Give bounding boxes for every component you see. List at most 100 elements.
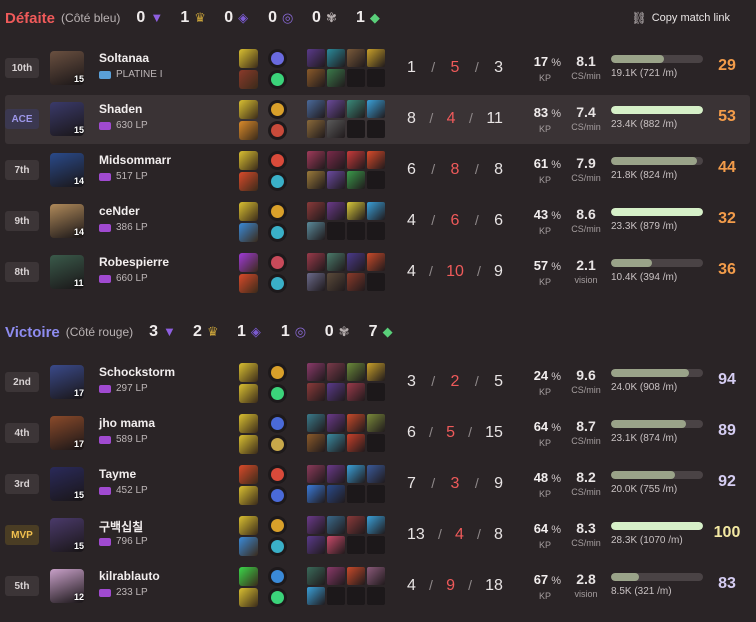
item-icon[interactable] bbox=[347, 273, 365, 291]
summoner-spell-icon[interactable] bbox=[239, 384, 258, 403]
player-name[interactable]: Shaden bbox=[99, 102, 142, 116]
player-name[interactable]: jho mama bbox=[99, 416, 155, 430]
item-icon[interactable] bbox=[347, 202, 365, 220]
item-icon[interactable] bbox=[347, 516, 365, 534]
item-icon[interactable] bbox=[327, 171, 345, 189]
player-name[interactable]: ceNder bbox=[99, 204, 140, 218]
summoner-spell-icon[interactable] bbox=[239, 70, 258, 89]
player-row[interactable]: 9th 14 ceNder 386 LP 4 / 6 / 6 43 % KP 8.6 CS/min 23.… bbox=[5, 197, 750, 246]
summoner-spell-icon[interactable] bbox=[239, 100, 258, 119]
summoner-spell-icon[interactable] bbox=[239, 274, 258, 293]
item-icon[interactable] bbox=[327, 49, 345, 67]
rune-icon[interactable] bbox=[268, 49, 287, 68]
summoner-spell-icon[interactable] bbox=[239, 223, 258, 242]
item-icon[interactable] bbox=[327, 567, 345, 585]
item-icon[interactable] bbox=[307, 465, 325, 483]
item-icon[interactable] bbox=[307, 69, 325, 87]
copy-match-link-button[interactable]: ⛓ Copy match link bbox=[632, 11, 731, 25]
rune-icon[interactable] bbox=[268, 100, 287, 119]
item-icon[interactable] bbox=[367, 100, 385, 118]
item-icon[interactable] bbox=[367, 516, 385, 534]
rune-icon[interactable] bbox=[268, 435, 287, 454]
item-icon[interactable] bbox=[347, 465, 365, 483]
item-icon[interactable] bbox=[307, 222, 325, 240]
item-icon[interactable] bbox=[327, 434, 345, 452]
player-name[interactable]: Tayme bbox=[99, 467, 136, 481]
item-icon[interactable] bbox=[367, 253, 385, 271]
item-icon[interactable] bbox=[367, 465, 385, 483]
summoner-spell-icon[interactable] bbox=[239, 435, 258, 454]
item-icon[interactable] bbox=[347, 567, 365, 585]
item-icon[interactable] bbox=[367, 202, 385, 220]
player-row[interactable]: ACE 15 Shaden 630 LP 8 / 4 / 11 83 % KP 7.4 CS/min 23… bbox=[5, 95, 750, 144]
item-icon[interactable] bbox=[307, 151, 325, 169]
item-icon[interactable] bbox=[307, 363, 325, 381]
item-icon[interactable] bbox=[327, 536, 345, 554]
item-icon[interactable] bbox=[307, 171, 325, 189]
item-icon[interactable] bbox=[347, 253, 365, 271]
summoner-spell-icon[interactable] bbox=[239, 172, 258, 191]
item-icon[interactable] bbox=[347, 383, 365, 401]
item-icon[interactable] bbox=[307, 100, 325, 118]
summoner-spell-icon[interactable] bbox=[239, 253, 258, 272]
item-icon[interactable] bbox=[347, 49, 365, 67]
item-icon[interactable] bbox=[327, 383, 345, 401]
rune-icon[interactable] bbox=[268, 253, 287, 272]
item-icon[interactable] bbox=[307, 202, 325, 220]
item-icon[interactable] bbox=[307, 120, 325, 138]
item-icon[interactable] bbox=[327, 151, 345, 169]
item-icon[interactable] bbox=[307, 273, 325, 291]
item-icon[interactable] bbox=[347, 414, 365, 432]
item-icon[interactable] bbox=[327, 69, 345, 87]
rune-icon[interactable] bbox=[268, 588, 287, 607]
player-row[interactable]: 4th 17 jho mama 589 LP 6 / 5 / 15 64 % KP 8.7 CS/min… bbox=[5, 409, 750, 458]
item-icon[interactable] bbox=[307, 414, 325, 432]
item-icon[interactable] bbox=[307, 383, 325, 401]
summoner-spell-icon[interactable] bbox=[239, 151, 258, 170]
item-icon[interactable] bbox=[327, 465, 345, 483]
item-icon[interactable] bbox=[307, 536, 325, 554]
item-icon[interactable] bbox=[347, 100, 365, 118]
item-icon[interactable] bbox=[367, 363, 385, 381]
player-row[interactable]: MVP 15 구백십칠 796 LP 13 / 4 / 8 64 % KP 8.3 CS/min 28.3… bbox=[5, 511, 750, 560]
player-name[interactable]: Midsommarr bbox=[99, 153, 171, 167]
item-icon[interactable] bbox=[327, 273, 345, 291]
item-icon[interactable] bbox=[307, 516, 325, 534]
rune-icon[interactable] bbox=[268, 486, 287, 505]
rune-icon[interactable] bbox=[268, 516, 287, 535]
rune-icon[interactable] bbox=[268, 537, 287, 556]
player-row[interactable]: 10th 15 Soltanaa PLATINE I 1 / 5 / 3 17 % KP 8.1 CS/… bbox=[5, 44, 750, 93]
summoner-spell-icon[interactable] bbox=[239, 588, 258, 607]
item-icon[interactable] bbox=[327, 414, 345, 432]
item-icon[interactable] bbox=[327, 120, 345, 138]
player-name[interactable]: Schockstorm bbox=[99, 365, 175, 379]
summoner-spell-icon[interactable] bbox=[239, 414, 258, 433]
item-icon[interactable] bbox=[347, 363, 365, 381]
summoner-spell-icon[interactable] bbox=[239, 49, 258, 68]
item-icon[interactable] bbox=[347, 171, 365, 189]
item-icon[interactable] bbox=[307, 587, 325, 605]
item-icon[interactable] bbox=[307, 253, 325, 271]
item-icon[interactable] bbox=[327, 253, 345, 271]
rune-icon[interactable] bbox=[268, 274, 287, 293]
summoner-spell-icon[interactable] bbox=[239, 567, 258, 586]
player-row[interactable]: 8th 11 Robespierre 660 LP 4 / 10 / 9 57 % KP 2.1 vis… bbox=[5, 248, 750, 297]
item-icon[interactable] bbox=[367, 151, 385, 169]
player-row[interactable]: 3rd 15 Tayme 452 LP 7 / 3 / 9 48 % KP 8.2 CS/min 20.0… bbox=[5, 460, 750, 509]
summoner-spell-icon[interactable] bbox=[239, 537, 258, 556]
item-icon[interactable] bbox=[327, 485, 345, 503]
item-icon[interactable] bbox=[347, 151, 365, 169]
item-icon[interactable] bbox=[307, 567, 325, 585]
item-icon[interactable] bbox=[367, 567, 385, 585]
rune-icon[interactable] bbox=[268, 70, 287, 89]
rune-icon[interactable] bbox=[268, 151, 287, 170]
item-icon[interactable] bbox=[327, 516, 345, 534]
summoner-spell-icon[interactable] bbox=[239, 516, 258, 535]
item-icon[interactable] bbox=[367, 49, 385, 67]
rune-icon[interactable] bbox=[268, 172, 287, 191]
summoner-spell-icon[interactable] bbox=[239, 486, 258, 505]
player-name[interactable]: Robespierre bbox=[99, 255, 169, 269]
player-name[interactable]: kilrablauto bbox=[99, 569, 160, 583]
rune-icon[interactable] bbox=[268, 414, 287, 433]
item-icon[interactable] bbox=[327, 202, 345, 220]
